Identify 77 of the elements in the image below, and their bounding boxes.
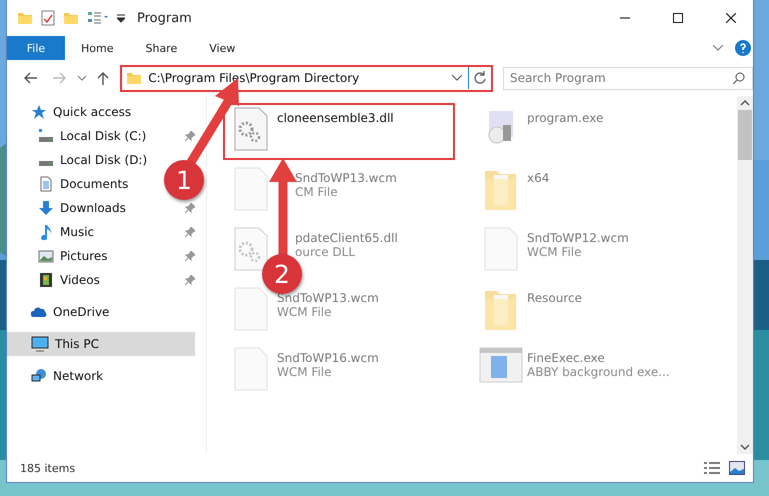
monitor-icon bbox=[31, 336, 49, 352]
pin-icon bbox=[185, 227, 195, 237]
folder-icon bbox=[17, 10, 33, 26]
folder-icon bbox=[63, 10, 79, 26]
maximize-icon bbox=[672, 13, 682, 23]
drive-icon bbox=[39, 160, 53, 166]
app-window-icon bbox=[479, 347, 523, 383]
pin-icon bbox=[185, 203, 195, 213]
music-note-icon bbox=[38, 224, 54, 240]
nav-item[interactable]: Local Disk (C:) bbox=[7, 124, 150, 148]
dropdown-icon bbox=[117, 13, 125, 23]
search-icon bbox=[733, 72, 746, 84]
file-name: SndToWP13.wcm bbox=[277, 291, 379, 305]
properties-icon bbox=[41, 10, 55, 26]
download-arrow-icon bbox=[38, 200, 54, 216]
help-icon[interactable] bbox=[735, 40, 751, 56]
nav-item[interactable]: Network bbox=[7, 364, 108, 388]
file-name: SndToWP13.wcm bbox=[295, 171, 397, 185]
nav-item[interactable]: Local Disk (D:) bbox=[7, 148, 152, 172]
file-icon bbox=[234, 287, 268, 331]
search-field[interactable]: Search Program bbox=[503, 66, 754, 90]
file-type: CM File bbox=[295, 185, 339, 199]
back-arrow-icon bbox=[22, 72, 37, 84]
star-icon bbox=[31, 104, 47, 120]
file-icon bbox=[234, 347, 268, 391]
gear-file-icon bbox=[234, 227, 268, 271]
chevron-icon[interactable] bbox=[713, 45, 723, 51]
drive-icon bbox=[38, 128, 54, 144]
ribbon-tab[interactable]: View bbox=[193, 36, 252, 60]
close-icon bbox=[726, 13, 736, 23]
ribbon-tab[interactable]: Share bbox=[129, 36, 194, 60]
file-menu-tab[interactable]: File bbox=[7, 36, 65, 60]
scrollbar-thumb[interactable] bbox=[738, 110, 752, 160]
gear-file-icon bbox=[234, 107, 268, 151]
details-view-icon[interactable] bbox=[703, 461, 721, 475]
file-name: SndToWP16.wcm bbox=[277, 351, 379, 365]
nav-item[interactable]: Downloads bbox=[7, 196, 130, 220]
forward-arrow-icon bbox=[52, 72, 67, 84]
pin-icon bbox=[185, 251, 195, 261]
image-icon bbox=[38, 248, 54, 264]
nav-item[interactable]: Documents bbox=[7, 172, 132, 196]
file-name: cloneensemble3.dll bbox=[277, 111, 394, 125]
item-count: 185 items bbox=[20, 462, 76, 474]
nav-item[interactable]: OneDrive bbox=[7, 300, 114, 324]
file-name: program.exe bbox=[527, 111, 604, 125]
file-type: ABBY background exe... bbox=[527, 365, 670, 379]
file-name: Resource bbox=[527, 291, 582, 305]
nav-item[interactable]: This PC bbox=[7, 332, 195, 356]
file-name: SndToWP12.wcm bbox=[527, 231, 629, 245]
tiles-view-icon[interactable] bbox=[729, 461, 745, 475]
nav-item[interactable]: Music bbox=[7, 220, 98, 244]
nav-item[interactable]: Videos bbox=[7, 268, 104, 292]
address-bar[interactable]: C:\Program Files\Program Directory bbox=[120, 64, 494, 92]
folder-icon bbox=[126, 70, 142, 86]
file-name: x64 bbox=[527, 171, 550, 185]
pin-icon bbox=[185, 275, 195, 285]
dropdown-icon bbox=[452, 75, 462, 81]
window-title: Program bbox=[137, 10, 192, 26]
up-arrow-icon bbox=[97, 71, 110, 85]
file-icon bbox=[234, 167, 268, 211]
document-icon bbox=[38, 176, 54, 192]
file-name: pdateClient65.dll bbox=[295, 231, 398, 245]
file-type: WCM File bbox=[277, 365, 332, 379]
step-number-badge: 1 bbox=[164, 160, 204, 200]
file-type: WCM File bbox=[277, 305, 332, 319]
nav-item[interactable]: Pictures bbox=[7, 244, 112, 268]
ribbon-tab[interactable]: Home bbox=[65, 36, 130, 60]
chevron-icon bbox=[78, 75, 86, 81]
network-icon bbox=[31, 368, 47, 384]
file-name: FineExec.exe bbox=[527, 351, 606, 365]
file-icon bbox=[484, 227, 518, 271]
nav-item[interactable]: Quick access bbox=[7, 100, 136, 124]
view-list-icon bbox=[87, 10, 109, 26]
pin-icon bbox=[185, 131, 195, 141]
scrollbar[interactable] bbox=[737, 96, 753, 454]
film-icon bbox=[38, 272, 54, 288]
file-type: WCM File bbox=[527, 245, 582, 259]
